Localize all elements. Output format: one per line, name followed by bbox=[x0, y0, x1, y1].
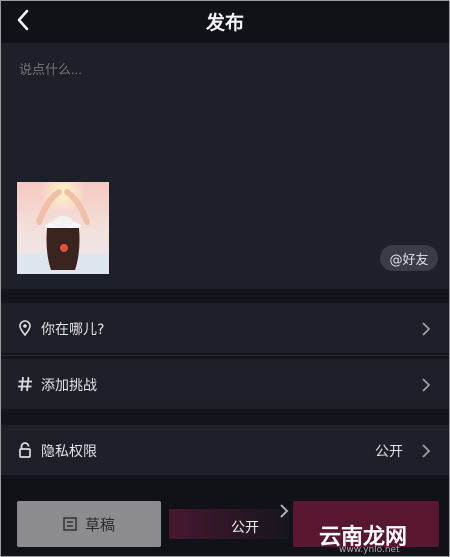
chevron-right-icon bbox=[421, 443, 431, 458]
divider bbox=[1, 355, 449, 356]
location-label: 你在哪儿? bbox=[41, 322, 105, 338]
draft-label: 草稿 bbox=[84, 515, 115, 534]
draft-button[interactable]: 草稿 bbox=[17, 501, 161, 547]
challenge-row[interactable]: 添加挑战 bbox=[1, 359, 449, 409]
location-pin-icon bbox=[17, 320, 33, 337]
location-row[interactable]: 你在哪儿? bbox=[1, 303, 449, 353]
overlay-privacy-text: 公开 bbox=[231, 520, 259, 536]
privacy-value: 公开 bbox=[375, 444, 403, 460]
privacy-label: 隐私权限 bbox=[41, 444, 97, 460]
draft-icon bbox=[63, 517, 77, 531]
chevron-right-icon bbox=[279, 503, 289, 518]
video-thumbnail[interactable] bbox=[17, 182, 109, 274]
lock-icon bbox=[17, 442, 33, 458]
hashtag-icon bbox=[17, 376, 33, 392]
transition-overlay bbox=[169, 509, 289, 539]
top-bar: 发布 bbox=[1, 1, 449, 41]
watermark: 云南龙网 www.ynlo.net bbox=[301, 491, 449, 555]
chevron-right-icon bbox=[421, 377, 431, 392]
mention-friends-button[interactable]: @好友 bbox=[380, 245, 438, 271]
page-title: 发布 bbox=[205, 12, 244, 34]
bottom-bar: 草稿 公开 云南龙网 www.ynlo.net bbox=[1, 479, 449, 556]
caption-input[interactable] bbox=[17, 61, 321, 78]
chevron-right-icon bbox=[421, 321, 431, 336]
challenge-label: 添加挑战 bbox=[41, 378, 97, 394]
publish-screen: 发布 说点什么... @好友 你在哪儿? 添加挑战 隐私权限 公开 草稿 公开 … bbox=[0, 0, 450, 557]
privacy-row[interactable]: 隐私权限 公开 bbox=[1, 425, 449, 475]
watermark-url: www.ynlo.net bbox=[339, 545, 400, 555]
